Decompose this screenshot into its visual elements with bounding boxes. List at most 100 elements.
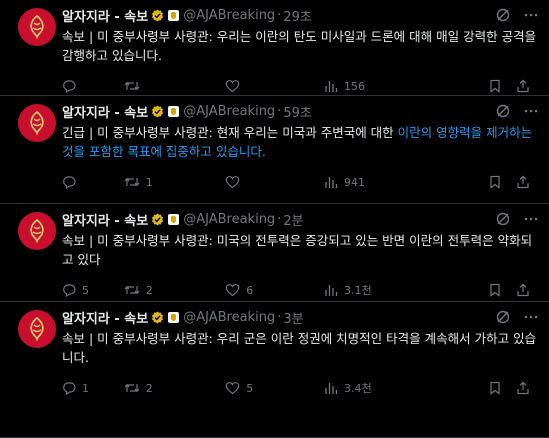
tweet-header: 알자지라 - 속보 @AJABreaking · 2분 [62,209,539,229]
reply-button[interactable] [62,79,124,93]
views-count: 3.1천 [344,284,372,297]
tweet-text: 긴급 | 미 중부사령부 사령관: 현재 우리는 미국과 주변국에 대한 이란의… [62,123,539,161]
separator-dot: · [277,309,282,325]
views-button[interactable]: 3.1천 [324,282,485,298]
grok-icon[interactable] [495,103,511,119]
like-button[interactable]: 6 [225,283,324,297]
share-button[interactable] [516,381,539,395]
views-button[interactable]: 156 [324,79,485,93]
reply-icon [63,80,76,93]
share-icon [517,283,529,297]
like-count: 5 [246,381,254,395]
bookmark-button[interactable] [489,175,512,189]
like-icon [225,80,240,93]
tweet-header: 알자지라 - 속보 @AJABreaking · 59초 [62,101,539,121]
handle[interactable]: @AJABreaking [183,212,275,227]
retweet-button[interactable]: 2 [124,381,226,395]
timeline: 알자지라 - 속보 @AJABreaking · 29초 속보 | 미 중부사령… [0,0,549,438]
grok-icon[interactable] [495,7,511,23]
more-icon[interactable] [523,7,539,23]
like-icon [225,382,240,395]
separator-dot: · [277,103,282,119]
avatar[interactable] [18,8,56,46]
views-icon [325,81,338,92]
separator-dot: · [277,211,282,227]
bookmark-icon [490,283,501,297]
bookmark-button[interactable] [489,79,512,93]
share-button[interactable] [516,283,539,297]
like-count: 6 [246,283,254,297]
avatar[interactable] [18,310,56,348]
display-name[interactable]: 알자지라 - 속보 [62,102,148,121]
tweet[interactable]: 알자지라 - 속보 @AJABreaking · 2분 속보 | 미 중부사령부… [0,204,549,302]
verified-icon [151,212,164,226]
like-button[interactable] [225,175,324,189]
reply-count: 5 [82,283,89,297]
display-name[interactable]: 알자지라 - 속보 [62,6,148,25]
more-icon[interactable] [523,103,539,119]
verified-icon [151,104,164,118]
timestamp[interactable]: 3분 [283,308,303,327]
retweet-button[interactable]: 1 [124,175,226,189]
share-button[interactable] [516,175,539,189]
tweet-text: 속보 | 미 중부사령부 사령관: 우리는 이란의 탄도 미사일과 드론에 대해… [62,27,539,65]
bookmark-button[interactable] [489,283,512,297]
al-jazeera-logo-icon [30,110,44,136]
reply-button[interactable]: 1 [62,381,124,395]
display-name[interactable]: 알자지라 - 속보 [62,210,148,229]
more-icon[interactable] [523,211,539,227]
al-jazeera-logo-icon [30,218,44,244]
tweet[interactable]: 알자지라 - 속보 @AJABreaking · 59초 긴급 | 미 중부사령… [0,96,549,204]
share-icon [517,381,529,395]
tweet-actions: 5 2 6 3.1천 [62,279,539,301]
views-icon [325,383,338,394]
retweet-count: 2 [145,283,153,297]
share-icon [517,79,529,93]
reply-button[interactable]: 5 [62,283,124,297]
share-button[interactable] [516,79,539,93]
retweet-icon [124,285,140,295]
views-button[interactable]: 3.4천 [324,380,485,396]
al-jazeera-logo-icon [30,14,44,40]
bookmark-icon [490,175,501,189]
handle[interactable]: @AJABreaking [183,310,275,325]
affiliate-badge-icon[interactable] [168,9,180,21]
timestamp[interactable]: 2분 [283,210,303,229]
tweet[interactable]: 알자지라 - 속보 @AJABreaking · 3분 속보 | 미 중부사령부… [0,302,549,438]
tweet-text: 속보 | 미 중부사령부 사령관: 미국의 전투력은 증강되고 있는 반면 이란… [62,231,539,269]
tweet[interactable]: 알자지라 - 속보 @AJABreaking · 29초 속보 | 미 중부사령… [0,0,549,96]
grok-icon[interactable] [495,309,511,325]
display-name[interactable]: 알자지라 - 속보 [62,308,148,327]
views-icon [325,177,338,188]
grok-icon[interactable] [495,211,511,227]
avatar[interactable] [18,212,56,250]
avatar[interactable] [18,104,56,142]
tweet-header: 알자지라 - 속보 @AJABreaking · 3분 [62,307,539,327]
affiliate-badge-icon[interactable] [168,213,180,225]
handle[interactable]: @AJABreaking [183,8,275,23]
handle[interactable]: @AJABreaking [183,104,275,119]
retweet-button[interactable] [124,79,226,93]
timestamp[interactable]: 29초 [283,6,312,25]
views-button[interactable]: 941 [324,175,485,189]
like-button[interactable]: 5 [225,381,324,395]
views-icon [325,285,338,296]
retweet-count: 2 [145,381,153,395]
more-icon[interactable] [523,309,539,325]
share-icon [517,175,529,189]
bookmark-icon [490,79,501,93]
tweet-header: 알자지라 - 속보 @AJABreaking · 29초 [62,5,539,25]
reply-count: 1 [82,381,89,395]
tweet-text: 속보 | 미 중부사령부 사령관: 우리 군은 이란 정권에 치명적인 타격을 … [62,329,539,367]
affiliate-badge-icon[interactable] [168,105,180,117]
timestamp[interactable]: 59초 [283,102,312,121]
retweet-icon [124,81,140,91]
affiliate-badge-icon[interactable] [168,311,180,323]
like-icon [225,284,240,297]
reply-icon [63,284,76,297]
retweet-button[interactable]: 2 [124,283,226,297]
reply-button[interactable] [62,175,124,189]
like-button[interactable] [225,79,324,93]
views-count: 156 [344,79,366,93]
bookmark-button[interactable] [489,381,512,395]
